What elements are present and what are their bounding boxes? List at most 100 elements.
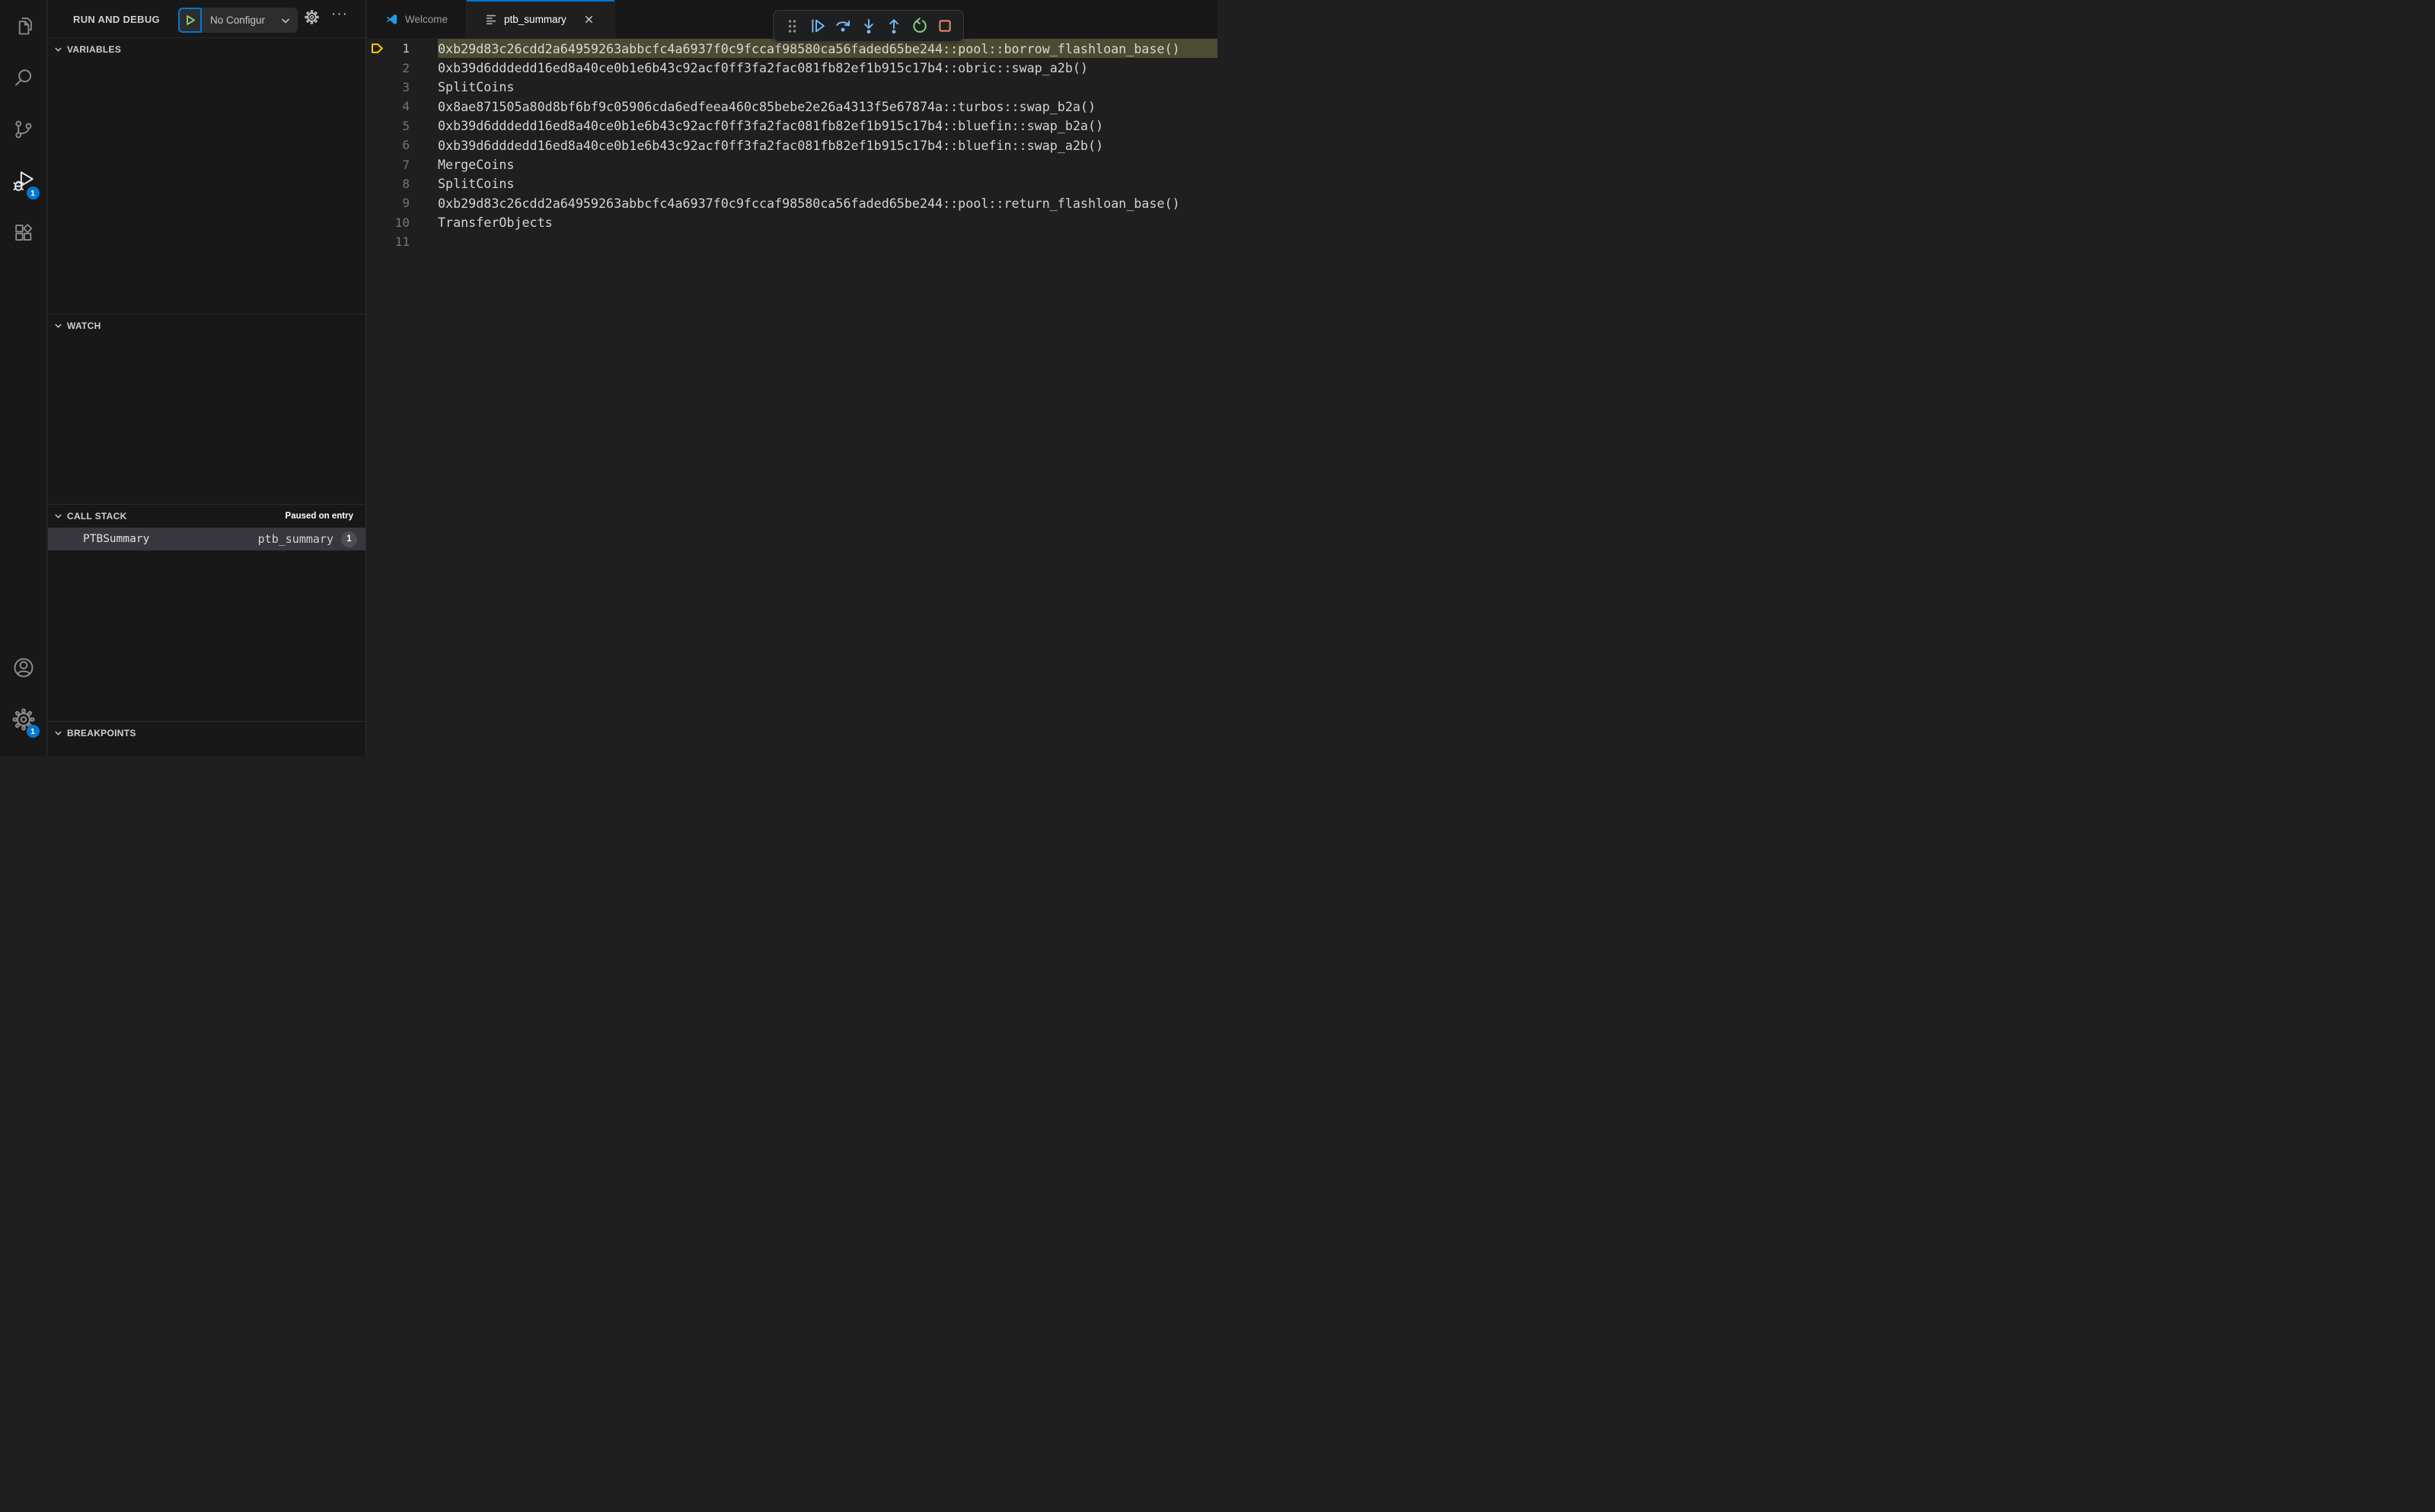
line-number: 10 <box>394 215 410 230</box>
variables-section-label: VARIABLES <box>67 44 122 55</box>
watch-section-header[interactable]: WATCH <box>48 314 365 337</box>
activity-item-extensions[interactable] <box>0 207 47 259</box>
sidebar-header: RUN AND DEBUG No Configur ··· <box>48 0 365 38</box>
breakpoint-gutter[interactable] <box>367 78 387 97</box>
tab-welcome[interactable]: Welcome <box>367 0 468 38</box>
activity-item-source-control[interactable] <box>0 104 47 155</box>
chevron-down-icon <box>280 16 291 25</box>
code-line[interactable]: 5 0xb39d6dddedd16ed8a40ce0b1e6b43c92acf0… <box>367 116 1218 136</box>
line-text: MergeCoins <box>438 157 515 173</box>
line-text: 0xb39d6dddedd16ed8a40ce0b1e6b43c92acf0ff… <box>438 118 1104 134</box>
line-number: 2 <box>402 60 410 75</box>
chevron-down-icon <box>54 322 62 330</box>
breakpoint-gutter[interactable] <box>367 232 387 251</box>
source-control-icon <box>13 119 34 140</box>
breakpoint-gutter[interactable] <box>367 39 387 58</box>
variables-section: VARIABLES <box>48 38 365 314</box>
toolbar-drag-handle[interactable] <box>782 16 802 36</box>
line-text: SplitCoins <box>438 176 515 192</box>
breakpoint-gutter[interactable] <box>367 213 387 232</box>
tab-label: Welcome <box>405 13 448 25</box>
watch-section: WATCH <box>48 314 365 504</box>
code-line[interactable]: 8 SplitCoins <box>367 174 1218 193</box>
step-into-button[interactable] <box>859 16 879 36</box>
activity-bar: 1 1 <box>0 0 47 756</box>
line-number: 1 <box>402 41 410 56</box>
code-line[interactable]: 9 0xb29d83c26cdd2a64959263abbcfc4a6937f0… <box>367 193 1218 212</box>
line-number: 6 <box>402 138 410 153</box>
line-number: 9 <box>402 196 410 211</box>
play-icon <box>184 14 196 27</box>
restart-button[interactable] <box>910 16 930 36</box>
call-stack-status: Paused on entry <box>285 512 353 521</box>
activity-item-run-and-debug[interactable]: 1 <box>0 155 47 207</box>
extensions-icon <box>13 222 34 244</box>
code-line[interactable]: 10 TransferObjects <box>367 213 1218 232</box>
tab-label: ptb_summary <box>504 13 566 25</box>
line-number: 4 <box>402 99 410 114</box>
breakpoint-gutter[interactable] <box>367 116 387 136</box>
line-number: 11 <box>394 234 410 250</box>
close-icon[interactable] <box>582 12 596 26</box>
code-line[interactable]: 11 <box>367 232 1218 251</box>
watch-section-label: WATCH <box>67 321 101 331</box>
tab-ptb-summary[interactable]: ptb_summary <box>467 0 615 38</box>
call-stack-frame-row[interactable]: PTBSummary ptb_summary 1 <box>48 528 365 550</box>
activity-bar-bottom: 1 <box>0 642 47 756</box>
breakpoint-gutter[interactable] <box>367 97 387 116</box>
breakpoint-gutter[interactable] <box>367 58 387 77</box>
frame-file: ptb_summary <box>257 532 333 546</box>
code-line[interactable]: 4 0x8ae871505a80d8bf6bf9c05906cda6edfeea… <box>367 97 1218 116</box>
line-number: 5 <box>402 118 410 133</box>
step-over-button[interactable] <box>833 16 853 36</box>
frame-count-badge: 1 <box>341 531 357 547</box>
call-stack-section-label: CALL STACK <box>67 511 127 522</box>
breakpoints-section: BREAKPOINTS <box>48 721 365 756</box>
activity-item-settings[interactable]: 1 <box>0 694 47 745</box>
vscode-logo-icon <box>385 13 398 26</box>
breakpoints-section-header[interactable]: BREAKPOINTS <box>48 722 365 745</box>
line-text: 0xb39d6dddedd16ed8a40ce0b1e6b43c92acf0ff… <box>438 137 1104 153</box>
start-debugging-button[interactable] <box>178 8 202 33</box>
code-line[interactable]: 6 0xb39d6dddedd16ed8a40ce0b1e6b43c92acf0… <box>367 136 1218 155</box>
line-text: 0x8ae871505a80d8bf6bf9c05906cda6edfeea46… <box>438 98 1096 114</box>
chevron-down-icon <box>54 729 62 737</box>
line-number: 8 <box>402 176 410 191</box>
frame-name: PTBSummary <box>83 533 150 545</box>
activity-item-explorer[interactable] <box>0 0 47 52</box>
debug-configuration-dropdown[interactable]: No Configur <box>202 8 298 33</box>
breakpoint-gutter[interactable] <box>367 174 387 193</box>
stop-button[interactable] <box>935 16 955 36</box>
breakpoint-gutter[interactable] <box>367 155 387 174</box>
breakpoints-section-label: BREAKPOINTS <box>67 728 136 738</box>
account-icon <box>12 656 35 679</box>
line-text: 0xb29d83c26cdd2a64959263abbcfc4a6937f0c9… <box>438 195 1180 211</box>
search-icon <box>13 67 34 88</box>
call-stack-section: CALL STACK Paused on entry PTBSummary pt… <box>48 504 365 721</box>
debug-settings-gear-button[interactable] <box>305 10 319 24</box>
config-value: No Configur <box>210 14 266 26</box>
chevron-down-icon <box>54 46 62 53</box>
activity-item-search[interactable] <box>0 52 47 104</box>
run-control: No Configur <box>178 8 298 33</box>
call-stack-section-header[interactable]: CALL STACK Paused on entry <box>48 505 365 528</box>
line-text: SplitCoins <box>438 79 515 95</box>
debug-toolbar <box>773 10 964 42</box>
line-number: 7 <box>402 157 410 172</box>
breakpoint-gutter[interactable] <box>367 193 387 212</box>
files-icon <box>13 15 34 37</box>
line-text: TransferObjects <box>438 215 553 231</box>
debug-count-badge: 1 <box>26 187 40 199</box>
breakpoint-gutter[interactable] <box>367 136 387 155</box>
continue-button[interactable] <box>808 16 828 36</box>
code-line[interactable]: 7 MergeCoins <box>367 155 1218 174</box>
variables-section-header[interactable]: VARIABLES <box>48 38 365 61</box>
run-and-debug-sidebar: RUN AND DEBUG No Configur ··· VARIABLES … <box>48 0 366 756</box>
settings-badge: 1 <box>26 725 40 738</box>
line-text <box>438 232 1218 251</box>
step-out-button[interactable] <box>884 16 904 36</box>
activity-item-account[interactable] <box>0 642 47 694</box>
code-line[interactable]: 2 0xb39d6dddedd16ed8a40ce0b1e6b43c92acf0… <box>367 58 1218 77</box>
code-line[interactable]: 3 SplitCoins <box>367 78 1218 97</box>
more-actions-icon[interactable]: ··· <box>331 6 348 23</box>
